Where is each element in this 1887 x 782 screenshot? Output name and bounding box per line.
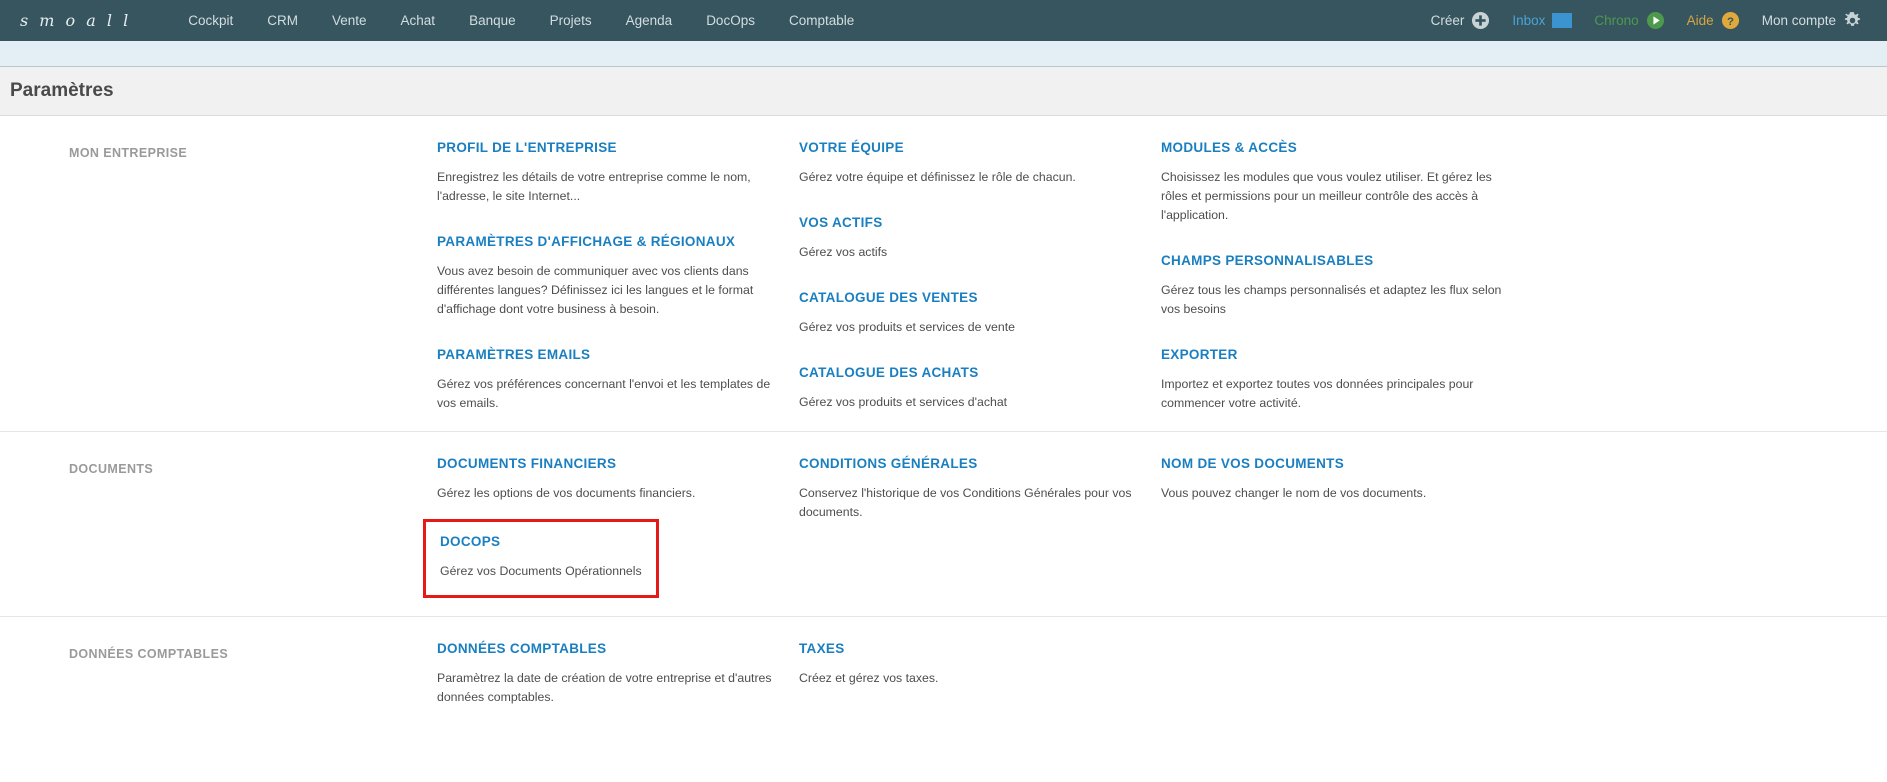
nav-item-vente[interactable]: Vente: [315, 0, 384, 41]
settings-section: MON ENTREPRISE PROFIL DE L'ENTREPRISE Enre…: [0, 116, 1887, 431]
setting-link-nom-de-vos-documents[interactable]: NOM DE VOS DOCUMENTS: [1161, 456, 1557, 471]
question-circle-icon: ?: [1721, 11, 1740, 30]
page-title: Paramètres: [10, 80, 114, 101]
setting-description: Gérez vos produits et services de vente: [799, 320, 1015, 335]
nav-action-label: Aide: [1686, 13, 1714, 28]
setting-link-votre-quipe[interactable]: VOTRE ÉQUIPE: [799, 140, 1137, 155]
setting-card-conditions-g-n-rales[interactable]: CONDITIONS GÉNÉRALES Conservez l'historiq…: [799, 456, 1137, 522]
settings-column: CONDITIONS GÉNÉRALES Conservez l'historiq…: [799, 456, 1161, 598]
setting-link-modules-acc-s[interactable]: MODULES & ACCÈS: [1161, 140, 1557, 155]
setting-description: Créez et gérez vos taxes.: [799, 671, 939, 686]
setting-description: Gérez les options de vos documents finan…: [437, 486, 696, 501]
setting-description: Gérez tous les champs personnalisés et a…: [1161, 283, 1502, 317]
main-nav-items: Cockpit CRM Vente Achat Banque Projets Agenda D…: [171, 0, 871, 41]
nav-item-achat[interactable]: Achat: [384, 0, 453, 41]
setting-description: Vous avez besoin de communiquer avec vos…: [437, 264, 754, 317]
nav-action-aide[interactable]: Aide?: [1676, 11, 1751, 30]
setting-link-catalogue-des-achats[interactable]: CATALOGUE DES ACHATS: [799, 365, 1137, 380]
setting-description: Importez et exportez toutes vos données …: [1161, 377, 1474, 411]
nav-item-agenda[interactable]: Agenda: [609, 0, 690, 41]
setting-link-donn-es-comptables[interactable]: DONNÉES COMPTABLES: [437, 641, 775, 656]
plus-circle-icon: [1471, 11, 1490, 30]
settings-column: DONNÉES COMPTABLES Paramètrez la date de …: [437, 641, 799, 707]
settings-column: TAXES Créez et gérez vos taxes.: [799, 641, 1161, 707]
setting-card-nom-de-vos-documents[interactable]: NOM DE VOS DOCUMENTS Vous pouvez changer …: [1161, 456, 1557, 503]
settings-column: DOCUMENTS FINANCIERS Gérez les options de…: [423, 456, 799, 599]
settings-column: [1161, 641, 1581, 707]
setting-link-taxes[interactable]: TAXES: [799, 641, 1137, 656]
setting-link-catalogue-des-ventes[interactable]: CATALOGUE DES VENTES: [799, 290, 1137, 305]
settings-section: DONNÉES COMPTABLES DONNÉES COMPTABLES Para…: [0, 616, 1887, 725]
nav-item-docops[interactable]: DocOps: [689, 0, 772, 41]
setting-description: Vous pouvez changer le nom de vos docume…: [1161, 486, 1427, 501]
settings-section: DOCUMENTS DOCUMENTS FINANCIERS Gérez les o…: [0, 431, 1887, 616]
setting-description: Paramètrez la date de création de votre …: [437, 671, 772, 705]
setting-description: Gérez votre équipe et définissez le rôle…: [799, 170, 1076, 184]
nav-item-comptable[interactable]: Comptable: [772, 0, 871, 41]
nav-action-label: Créer: [1430, 13, 1465, 28]
setting-description: Gérez vos actifs: [799, 245, 888, 260]
setting-description: Conservez l'historique de vos Conditions…: [799, 486, 1132, 520]
nav-item-crm[interactable]: CRM: [250, 0, 315, 41]
nav-action-cr-er[interactable]: Créer: [1420, 11, 1502, 30]
setting-link-docops[interactable]: DOCOPS: [440, 534, 642, 549]
setting-card-champs-personnalisables[interactable]: CHAMPS PERSONNALISABLES Gérez tous les ch…: [1161, 253, 1557, 319]
settings-column: VOTRE ÉQUIPE Gérez votre équipe et défini…: [799, 140, 1161, 413]
setting-card-profil-de-l-entreprise[interactable]: PROFIL DE L'ENTREPRISE Enregistrez les dé…: [437, 140, 775, 206]
section-label: DONNÉES COMPTABLES: [69, 647, 229, 662]
setting-link-documents-financiers[interactable]: DOCUMENTS FINANCIERS: [437, 456, 775, 471]
nav-action-label: Mon compte: [1761, 13, 1836, 28]
setting-card-catalogue-des-ventes[interactable]: CATALOGUE DES VENTES Gérez vos produits e…: [799, 290, 1137, 337]
setting-description: Gérez vos Documents Opérationnels: [440, 564, 642, 579]
setting-card-docops[interactable]: DOCOPS Gérez vos Documents Opérationnels: [423, 519, 659, 599]
setting-link-exporter[interactable]: EXPORTER: [1161, 347, 1557, 362]
section-label: DOCUMENTS: [69, 462, 154, 477]
settings-column: NOM DE VOS DOCUMENTS Vous pouvez changer …: [1161, 456, 1581, 598]
setting-description: Gérez vos produits et services d'achat: [799, 395, 1008, 410]
envelope-icon: [1552, 13, 1573, 28]
sub-header-strip: [0, 41, 1887, 67]
setting-card-param-tres-d-affichage-r-gionaux[interactable]: PARAMÈTRES D'AFFICHAGE & RÉGIONAUX Vous a…: [437, 234, 775, 319]
nav-right-actions: Créer Inbox Chrono Aide? Mon compte: [1420, 11, 1873, 30]
nav-item-cockpit[interactable]: Cockpit: [171, 0, 250, 41]
setting-card-exporter[interactable]: EXPORTER Importez et exportez toutes vos …: [1161, 347, 1557, 413]
setting-link-param-tres-d-affichage-r-gionaux[interactable]: PARAMÈTRES D'AFFICHAGE & RÉGIONAUX: [437, 234, 775, 249]
setting-description: Enregistrez les détails de votre entrepr…: [437, 170, 751, 204]
settings-content: MON ENTREPRISE PROFIL DE L'ENTREPRISE Enre…: [0, 116, 1887, 726]
svg-text:?: ?: [1727, 16, 1734, 28]
setting-card-modules-acc-s[interactable]: MODULES & ACCÈS Choisissez les modules qu…: [1161, 140, 1557, 225]
nav-action-chrono[interactable]: Chrono: [1583, 11, 1675, 30]
setting-card-donn-es-comptables[interactable]: DONNÉES COMPTABLES Paramètrez la date de …: [437, 641, 775, 707]
setting-card-taxes[interactable]: TAXES Créez et gérez vos taxes.: [799, 641, 1137, 688]
setting-card-vos-actifs[interactable]: VOS ACTIFS Gérez vos actifs: [799, 215, 1137, 262]
nav-action-inbox[interactable]: Inbox: [1501, 13, 1583, 28]
setting-card-param-tres-emails[interactable]: PARAMÈTRES EMAILS Gérez vos préférences c…: [437, 347, 775, 413]
settings-column: MODULES & ACCÈS Choisissez les modules qu…: [1161, 140, 1581, 413]
setting-link-profil-de-l-entreprise[interactable]: PROFIL DE L'ENTREPRISE: [437, 140, 775, 155]
setting-description: Gérez vos préférences concernant l'envoi…: [437, 377, 771, 411]
setting-link-vos-actifs[interactable]: VOS ACTIFS: [799, 215, 1137, 230]
setting-link-param-tres-emails[interactable]: PARAMÈTRES EMAILS: [437, 347, 775, 362]
nav-action-mon-compte[interactable]: Mon compte: [1751, 11, 1873, 30]
setting-link-conditions-g-n-rales[interactable]: CONDITIONS GÉNÉRALES: [799, 456, 1137, 471]
nav-item-projets[interactable]: Projets: [533, 0, 609, 41]
settings-column: PROFIL DE L'ENTREPRISE Enregistrez les dé…: [437, 140, 799, 413]
setting-card-votre-quipe[interactable]: VOTRE ÉQUIPE Gérez votre équipe et défini…: [799, 140, 1137, 187]
setting-link-champs-personnalisables[interactable]: CHAMPS PERSONNALISABLES: [1161, 253, 1557, 268]
page-title-bar: Paramètres: [0, 67, 1887, 116]
setting-card-documents-financiers[interactable]: DOCUMENTS FINANCIERS Gérez les options de…: [437, 456, 775, 503]
nav-action-label: Chrono: [1594, 13, 1639, 28]
section-label: MON ENTREPRISE: [69, 146, 188, 160]
top-navigation-bar: s m o a l l Cockpit CRM Vente Achat Banque Pr…: [0, 0, 1887, 41]
setting-card-catalogue-des-achats[interactable]: CATALOGUE DES ACHATS Gérez vos produits e…: [799, 365, 1137, 412]
setting-description: Choisissez les modules que vous voulez u…: [1161, 170, 1492, 223]
nav-item-banque[interactable]: Banque: [452, 0, 533, 41]
nav-action-label: Inbox: [1512, 13, 1546, 28]
app-logo[interactable]: s m o a l l: [20, 11, 131, 30]
play-circle-icon: [1646, 11, 1665, 30]
gear-icon: [1843, 11, 1862, 30]
